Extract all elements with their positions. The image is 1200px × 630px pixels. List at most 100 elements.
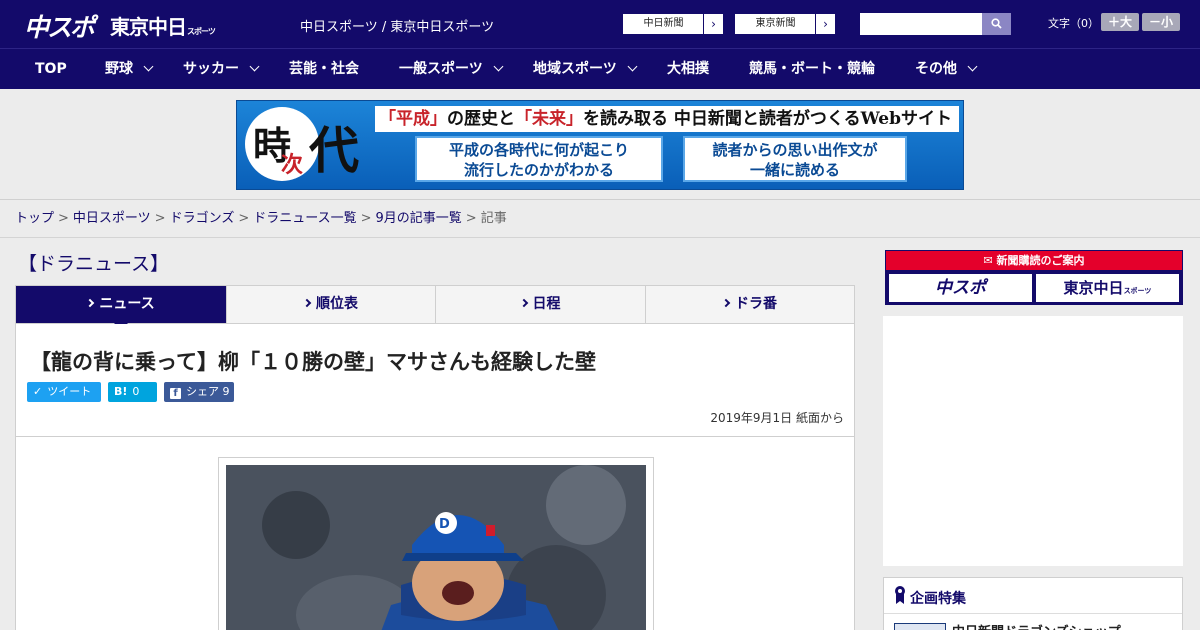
subscription-box[interactable]: ✉ 新聞購読のご案内 中スポ 東京中日スポーツ (885, 250, 1183, 305)
chevron-right-icon (86, 298, 95, 308)
nav-item-top[interactable]: TOP (35, 49, 67, 90)
tab-label: 順位表 (316, 296, 358, 312)
breadcrumb-sep: > (360, 211, 372, 226)
subscribe-tokyo-small: スポーツ (1123, 287, 1152, 295)
breadcrumb-chunichi-sports[interactable]: 中日スポーツ (73, 211, 151, 226)
breadcrumb-top[interactable]: トップ (15, 211, 54, 226)
hatena-icon: B! (114, 385, 128, 398)
twitter-bird-icon: ✓ (33, 385, 43, 398)
breadcrumb-sep: > (238, 211, 250, 226)
dragons-shop-link[interactable]: 中日新聞ドラゴンズショップ (952, 621, 1121, 630)
font-size-minus-button[interactable]: －小 (1142, 13, 1180, 31)
banner-area: 時 次 代 「平成」の歴史と「未来」を読み取る 中日新聞と読者がつくるWebサイ… (0, 89, 1200, 200)
nav-item-racing[interactable]: 競馬・ボート・競輪 (749, 49, 875, 90)
tab-standings[interactable]: 順位表 (227, 286, 436, 323)
tab-label: ドラ番 (735, 296, 777, 312)
banner-box-memories: 読者からの思い出作文が 一緒に読める (683, 136, 907, 182)
subscribe-tokyo-text: 東京中日 (1063, 279, 1124, 297)
nav-label: その他 (915, 61, 957, 77)
dragons-shop-thumb[interactable] (894, 623, 946, 630)
news-tabs: ニュース 順位表 日程 ドラ番 (15, 285, 855, 324)
chevron-right-icon (302, 298, 312, 308)
section-title: 【ドラニュース】 (18, 253, 170, 275)
tab-dora-ban[interactable]: ドラ番 (646, 286, 854, 323)
chevron-right-icon: › (815, 14, 835, 34)
article-header: 【龍の背に乗って】柳「１０勝の壁」マサさんも経験した壁 ✓ ツイート B! 0 fシ… (15, 324, 855, 437)
subscribe-chuspo-logo[interactable]: 中スポ (889, 274, 1032, 302)
banner-box1-line2: 流行したのかがわかる (463, 161, 614, 179)
nav-label: 大相撲 (667, 61, 709, 77)
chevron-right-icon: › (703, 14, 723, 34)
ribbon-icon (895, 586, 905, 604)
search-input[interactable] (860, 13, 982, 35)
banner-headline: 「平成」の歴史と「未来」を読み取る 中日新聞と読者がつくるWebサイト (375, 106, 959, 132)
svg-text:D: D (439, 517, 450, 532)
tokyo-logo-small: スポーツ (187, 27, 216, 36)
article-photo-frame: D (218, 457, 654, 630)
banner-q2: 「未来」 (515, 109, 583, 129)
banner-box2-line2: 一緒に読める (749, 161, 840, 179)
subscribe-tokyo-logo[interactable]: 東京中日スポーツ (1036, 274, 1179, 302)
nav-item-soccer[interactable]: サッカー (183, 49, 260, 90)
banner-dai: 代 (309, 121, 359, 180)
nav-item-sumo[interactable]: 大相撲 (667, 49, 709, 90)
article-headline: 【龍の背に乗って】柳「１０勝の壁」マサさんも経験した壁 (30, 350, 596, 374)
banner-box1-line1: 平成の各時代に何が起こり (448, 141, 629, 159)
banner-t2: を読み取る 中日新聞と読者がつくるWebサイト (583, 109, 952, 129)
pitcher-photo[interactable]: D (226, 465, 646, 630)
chevron-down-icon (143, 61, 154, 72)
breadcrumb-september-list[interactable]: 9月の記事一覧 (376, 211, 462, 226)
nav-label: 野球 (105, 61, 133, 77)
breadcrumb-sep: > (465, 211, 477, 226)
font-size-plus-button[interactable]: ＋大 (1101, 13, 1139, 31)
sidebar-ad-slot (883, 316, 1183, 566)
banner-q1: 「平成」 (379, 109, 447, 129)
chunichi-shimbun-label: 中日新聞 (643, 18, 684, 29)
chevron-down-icon (967, 61, 978, 72)
nav-label: 地域スポーツ (533, 61, 617, 77)
breadcrumb-current: 記事 (480, 211, 507, 226)
search-button[interactable] (982, 13, 1011, 35)
site-name: 中日スポーツ / 東京中日スポーツ (300, 20, 495, 35)
heisei-banner-ad[interactable]: 時 次 代 「平成」の歴史と「未来」を読み取る 中日新聞と読者がつくるWebサイ… (236, 100, 964, 190)
breadcrumb-dora-news-list[interactable]: ドラニュース一覧 (253, 211, 356, 226)
nav-item-other[interactable]: その他 (915, 49, 978, 90)
tab-schedule[interactable]: 日程 (436, 286, 646, 323)
nav-item-entertainment[interactable]: 芸能・社会 (289, 49, 359, 90)
nav-item-baseball[interactable]: 野球 (105, 49, 154, 90)
breadcrumb: トップ > 中日スポーツ > ドラゴンズ > ドラニュース一覧 >9月の記事一覧 > 記事 (0, 200, 1200, 238)
tokyo-shimbun-label: 東京新聞 (755, 18, 796, 29)
chunichi-shimbun-link[interactable]: 中日新聞 › (622, 13, 724, 35)
divider (884, 613, 1182, 614)
breadcrumb-dragons[interactable]: ドラゴンズ (170, 211, 235, 226)
tweet-label: ツイート (47, 385, 92, 398)
special-features-title: 企画特集 (910, 591, 966, 607)
hatena-bookmark-button[interactable]: B! 0 (108, 382, 157, 402)
tab-news[interactable]: ニュース (16, 286, 227, 323)
article-body: D (15, 437, 855, 630)
facebook-count: 9 (222, 385, 230, 398)
chevron-right-icon (519, 298, 528, 308)
nav-label: TOP (35, 61, 67, 77)
chevron-down-icon (249, 61, 260, 72)
search-icon (991, 18, 1002, 29)
facebook-share-button[interactable]: f シェア 9 (164, 382, 234, 402)
breadcrumb-sep: > (58, 211, 69, 226)
hatena-count: 0 (132, 385, 140, 398)
tokyo-shimbun-link[interactable]: 東京新聞 › (734, 13, 836, 35)
chuspo-logo[interactable]: 中スポ (24, 8, 95, 44)
facebook-label: シェア (186, 385, 219, 398)
nav-item-general-sports[interactable]: 一般スポーツ (399, 49, 504, 90)
main-nav: TOP 野球 サッカー 芸能・社会 一般スポーツ 地域スポーツ 大相撲 競馬・ボ… (0, 48, 1200, 89)
banner-t1: の歴史と (447, 109, 515, 129)
chevron-down-icon (627, 61, 638, 72)
tab-label: 日程 (532, 296, 561, 312)
breadcrumb-sep: > (154, 211, 166, 226)
nav-label: 芸能・社会 (289, 61, 359, 77)
facebook-icon: f (170, 388, 181, 399)
tweet-button[interactable]: ✓ ツイート (27, 382, 101, 402)
nav-label: 一般スポーツ (399, 61, 483, 77)
nav-item-regional-sports[interactable]: 地域スポーツ (533, 49, 638, 90)
tokyo-chunichi-logo[interactable]: 東京中日スポーツ (110, 11, 216, 40)
article-dateline: 2019年9月1日 紙面から (710, 411, 844, 425)
